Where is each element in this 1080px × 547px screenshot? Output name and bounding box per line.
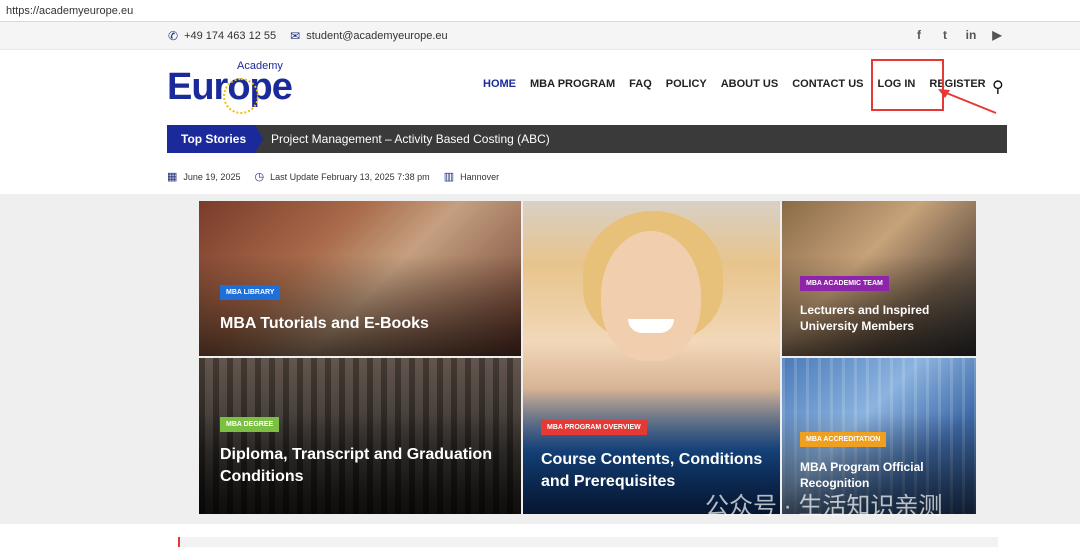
eu-stars-ring <box>223 78 259 114</box>
top-stories-ticker: Top Stories Project Management – Activit… <box>167 125 1007 153</box>
contact-info: ✆ +49 174 463 12 55 ✉ student@academyeur… <box>168 29 448 43</box>
tile-mba-library[interactable]: MBA LIBRARY MBA Tutorials and E-Books <box>199 201 521 356</box>
email-link[interactable]: student@academyeurope.eu <box>306 30 447 42</box>
tile-title[interactable]: Diploma, Transcript and Graduation Condi… <box>220 444 505 487</box>
nav-about-us[interactable]: ABOUT US <box>721 78 778 90</box>
twitter-icon[interactable]: t <box>938 28 952 42</box>
ticker-headline[interactable]: Project Management – Activity Based Cost… <box>271 132 550 146</box>
nav-home[interactable]: HOME <box>483 78 516 90</box>
search-icon[interactable]: ⚲ <box>992 77 1004 97</box>
youtube-icon[interactable]: ▶ <box>990 28 1004 42</box>
nav-policy[interactable]: POLICY <box>666 78 707 90</box>
tile-mba-program-overview[interactable]: MBA PROGRAM OVERVIEW Course Contents, Co… <box>523 201 780 514</box>
badge-mba-library[interactable]: MBA LIBRARY <box>220 285 281 300</box>
last-update: Last Update February 13, 2025 7:38 pm <box>270 171 430 182</box>
location: Hannover <box>460 171 500 182</box>
map-icon: ▥ <box>443 171 455 183</box>
watermark: 公众号 · 生活知识亲测 <box>705 493 943 520</box>
facebook-icon[interactable]: f <box>912 28 926 42</box>
linkedin-icon[interactable]: in <box>964 28 978 42</box>
site-logo[interactable]: Academy Europe <box>167 60 297 114</box>
clock-icon: ◷ <box>254 171 265 183</box>
annotation-arrow <box>938 89 997 114</box>
tile-mba-degree[interactable]: MBA DEGREE Diploma, Transcript and Gradu… <box>199 358 521 514</box>
next-section-edge <box>178 537 998 547</box>
nav-contact-us[interactable]: CONTACT US <box>792 78 863 90</box>
nav-mba-program[interactable]: MBA PROGRAM <box>530 78 615 90</box>
nav-faq[interactable]: FAQ <box>629 78 652 90</box>
badge-mba-accreditation[interactable]: MBA ACCREDITATION <box>800 432 887 447</box>
register-highlight <box>871 59 944 111</box>
tile-mba-academic-team[interactable]: MBA ACADEMIC TEAM Lecturers and Inspired… <box>782 201 976 356</box>
phone-number[interactable]: +49 174 463 12 55 <box>184 30 276 42</box>
badge-mba-academic-team[interactable]: MBA ACADEMIC TEAM <box>800 276 889 291</box>
address-bar[interactable]: https://academyeurope.eu <box>0 0 1080 22</box>
social-links: f t in ▶ <box>912 28 1004 42</box>
top-contact-bar: ✆ +49 174 463 12 55 ✉ student@academyeur… <box>0 22 1080 50</box>
calendar-icon: ▦ <box>167 171 178 183</box>
tile-title[interactable]: MBA Tutorials and E-Books <box>220 313 500 335</box>
ticker-label: Top Stories <box>167 125 263 153</box>
badge-mba-program-overview[interactable]: MBA PROGRAM OVERVIEW <box>541 420 647 435</box>
date-meta-row: ▦ June 19, 2025 ◷ Last Update February 1… <box>167 170 499 183</box>
tile-title[interactable]: Lecturers and Inspired University Member… <box>800 302 960 334</box>
phone-icon: ✆ <box>168 29 179 43</box>
mail-icon: ✉ <box>290 29 301 43</box>
current-date: June 19, 2025 <box>183 171 241 182</box>
url-text: https://academyeurope.eu <box>6 5 134 17</box>
badge-mba-degree[interactable]: MBA DEGREE <box>220 417 280 432</box>
